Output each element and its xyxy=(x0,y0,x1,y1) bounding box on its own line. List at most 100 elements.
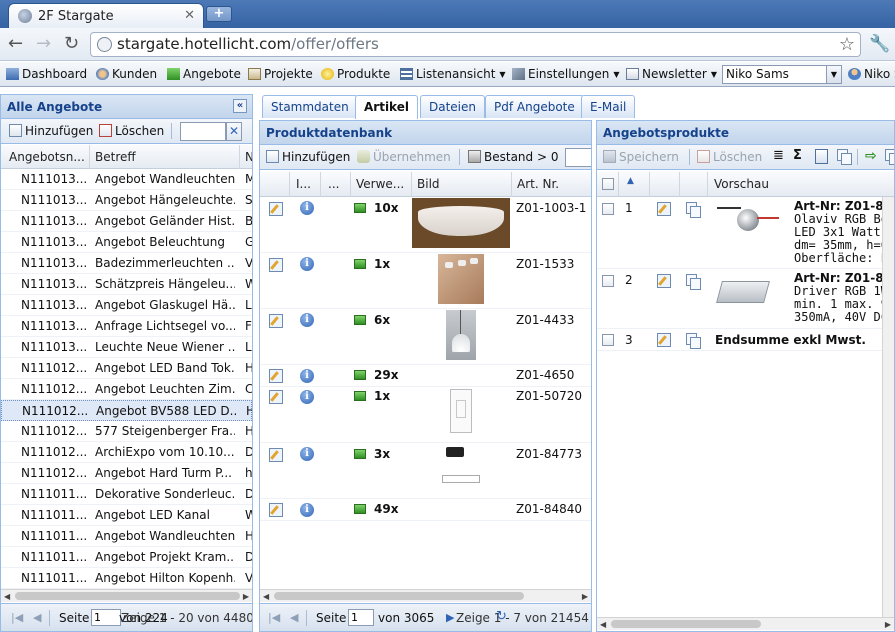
table-row[interactable]: N111011... Dekorative Sonderleuc... D xyxy=(1,484,252,505)
table-row[interactable]: N111013... Schätzpreis Hängeleu... W xyxy=(1,274,252,295)
first-page-icon[interactable]: |◀ xyxy=(11,611,23,624)
info-icon[interactable]: i xyxy=(300,201,314,215)
col-betreff[interactable]: Betreff xyxy=(95,150,235,164)
table-row[interactable]: N111012... ArchiExpo vom 10.10.... D xyxy=(1,442,252,463)
info-icon[interactable]: i xyxy=(300,313,314,327)
product-row[interactable]: i 1x Z01-50720 xyxy=(260,387,591,443)
offer-product-row[interactable]: 1 Art-Nr: Z01-884 Olaviv RGB Boder LED 3… xyxy=(597,197,894,269)
new-tab-button[interactable]: + xyxy=(206,6,232,22)
table-row[interactable]: N111013... Angebot Wandleuchten... M xyxy=(1,169,252,190)
info-icon[interactable]: i xyxy=(300,257,314,271)
reload-icon[interactable]: ↻ xyxy=(64,34,79,54)
page-input[interactable] xyxy=(91,609,121,626)
col-angebotsnr[interactable]: Angebotsn... xyxy=(9,150,87,164)
edit-icon[interactable] xyxy=(269,314,283,328)
menu-newsletter[interactable]: Newsletter ▼ xyxy=(626,67,717,81)
col-n[interactable]: N xyxy=(245,150,252,164)
document-icon[interactable] xyxy=(815,149,828,164)
product-row[interactable]: i 10x Z01-1003-1 xyxy=(260,197,591,253)
info-icon[interactable]: i xyxy=(300,390,314,404)
product-row[interactable]: i 29x Z01-4650 xyxy=(260,365,591,387)
product-search-input[interactable] xyxy=(565,148,591,167)
table-row[interactable]: N111012... Angebot BV588 LED D... H xyxy=(1,400,252,421)
sort-icon[interactable]: ≣ xyxy=(773,148,784,163)
offer-products-hscrollbar[interactable]: ◀ ▶ xyxy=(597,617,894,630)
info-icon[interactable]: i xyxy=(300,447,314,461)
menu-dashboard[interactable]: Dashboard xyxy=(6,67,87,81)
prev-page-icon[interactable]: ◀ xyxy=(290,611,298,624)
product-db-hscrollbar[interactable]: ◀ ▶ xyxy=(260,589,591,602)
col-more[interactable]: ... xyxy=(328,177,348,191)
forward-icon[interactable]: → xyxy=(36,34,51,54)
copy-icon[interactable] xyxy=(686,274,701,290)
row-checkbox[interactable] xyxy=(602,203,614,215)
table-row[interactable]: N111012... Angebot Hard Turm P... h xyxy=(1,463,252,484)
next-page-icon[interactable]: ▶ xyxy=(446,611,454,624)
table-row[interactable]: N111013... Angebot Glaskugel Hä... Li xyxy=(1,295,252,316)
table-row[interactable]: N111011... Angebot Wandleuchten H xyxy=(1,526,252,547)
table-row[interactable]: N111013... Angebot Geländer Hist... B xyxy=(1,211,252,232)
offer-search-input[interactable] xyxy=(180,122,226,141)
copy-icon[interactable] xyxy=(885,149,894,165)
tab-dateien[interactable]: Dateien xyxy=(420,95,486,118)
delete-offer-button[interactable]: Löschen xyxy=(99,124,164,138)
address-bar[interactable]: stargate.hotellicht.com/offer/offers ☆ xyxy=(90,32,861,57)
product-row[interactable]: i 49x Z01-84840 xyxy=(260,499,591,521)
product-row[interactable]: i 1x Z01-1533 xyxy=(260,253,591,309)
col-bild[interactable]: Bild xyxy=(417,177,507,191)
copy-icon[interactable] xyxy=(686,333,701,349)
col-verwendet[interactable]: Verwe... xyxy=(356,177,408,191)
bookmark-star-icon[interactable]: ☆ xyxy=(839,34,855,55)
copy-icon[interactable] xyxy=(686,202,701,218)
menu-kunden[interactable]: Kunden xyxy=(96,67,157,81)
col-vorschau[interactable]: Vorschau xyxy=(714,177,769,191)
user-menu[interactable]: Niko S xyxy=(848,67,895,81)
wrench-icon[interactable]: 🔧 xyxy=(869,34,890,54)
add-product-button[interactable]: Hinzufügen xyxy=(266,150,350,164)
edit-icon[interactable] xyxy=(657,274,671,288)
user-select[interactable]: Niko Sams ▼ xyxy=(722,65,842,84)
product-row[interactable]: i 6x Z01-4433 xyxy=(260,309,591,365)
edit-icon[interactable] xyxy=(269,369,283,383)
row-checkbox[interactable] xyxy=(602,275,614,287)
menu-produkte[interactable]: Produkte xyxy=(321,67,390,81)
table-row[interactable]: N111011... Angebot Projekt Kram... D xyxy=(1,547,252,568)
edit-icon[interactable] xyxy=(269,258,283,272)
table-row[interactable]: N111012... 577 Steigenberger Fra... H xyxy=(1,421,252,442)
table-row[interactable]: N111013... Leuchte Neue Wiener ... Li xyxy=(1,337,252,358)
page-input[interactable] xyxy=(348,609,374,626)
collapse-icon[interactable]: « xyxy=(233,99,247,113)
close-tab-icon[interactable]: ✕ xyxy=(184,8,195,23)
col-i[interactable]: I... xyxy=(296,177,316,191)
menu-angebote[interactable]: Angebote xyxy=(167,67,241,81)
chevron-down-icon[interactable]: ▼ xyxy=(826,66,841,83)
tab-artikel[interactable]: Artikel xyxy=(355,95,418,119)
tab-pdf-angebote[interactable]: Pdf Angebote xyxy=(485,95,584,118)
sum-icon[interactable]: Σ xyxy=(793,148,802,163)
back-icon[interactable]: ← xyxy=(8,34,23,54)
offers-hscrollbar[interactable]: ◀ ▶ xyxy=(1,589,252,602)
select-all-checkbox[interactable] xyxy=(602,178,614,190)
clear-search-icon[interactable]: ✕ xyxy=(226,122,242,141)
table-row[interactable]: N111013... Anfrage Lichtsegel vo... F xyxy=(1,316,252,337)
stock-filter-button[interactable]: Bestand > 0 xyxy=(468,150,558,164)
export-icon[interactable]: ⇨ xyxy=(865,148,877,164)
edit-icon[interactable] xyxy=(269,202,283,216)
table-row[interactable]: N111012... Angebot LED Band Tok... H xyxy=(1,358,252,379)
table-row[interactable]: N111011... Angebot LED Kanal W xyxy=(1,505,252,526)
url-text[interactable]: stargate.hotellicht.com/offer/offers xyxy=(117,35,379,53)
copy-icon[interactable] xyxy=(837,149,852,165)
edit-icon[interactable] xyxy=(269,448,283,462)
table-row[interactable]: N111012... Angebot Leuchten Zim... C xyxy=(1,379,252,400)
refresh-icon[interactable]: ↻ xyxy=(496,609,507,624)
tab-stammdaten[interactable]: Stammdaten xyxy=(262,95,358,118)
edit-icon[interactable] xyxy=(269,390,283,404)
product-row[interactable]: i 3x Z01-84773 xyxy=(260,443,591,499)
first-page-icon[interactable]: |◀ xyxy=(268,611,280,624)
delete-product-button[interactable]: Löschen xyxy=(697,150,762,164)
menu-projekte[interactable]: Projekte xyxy=(248,67,313,81)
offer-products-vscrollbar[interactable] xyxy=(882,197,894,617)
info-icon[interactable]: i xyxy=(300,503,314,517)
take-over-button[interactable]: Übernehmen xyxy=(357,150,451,164)
menu-einstellungen[interactable]: Einstellungen ▼ xyxy=(512,67,620,81)
